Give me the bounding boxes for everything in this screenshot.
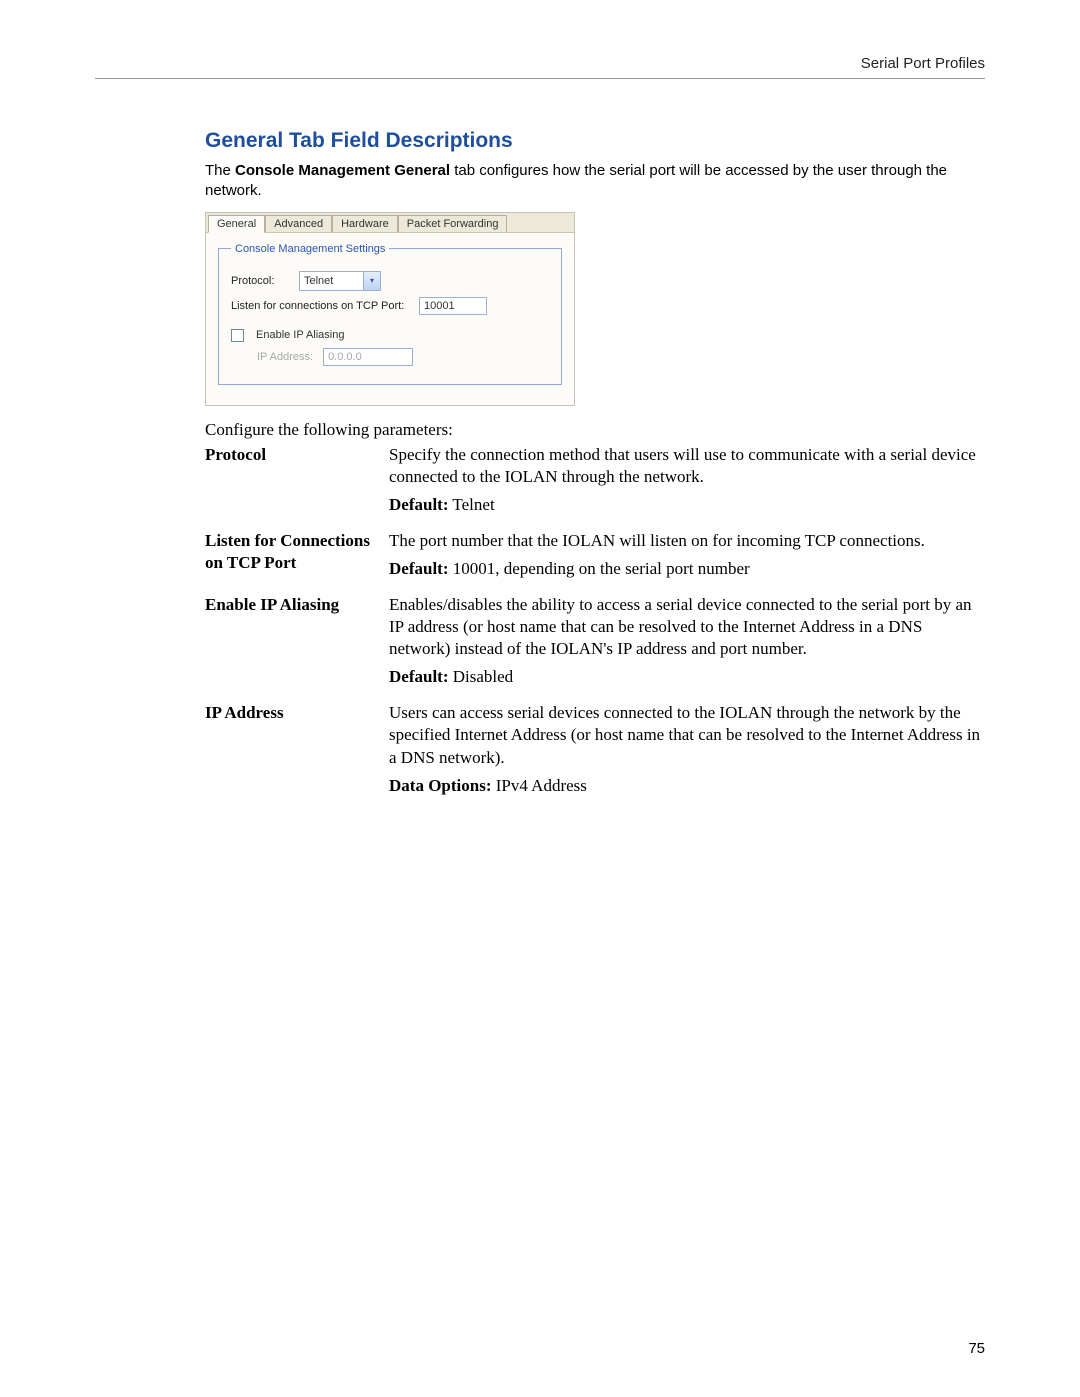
tab-page-general: Console Management Settings Protocol: Te… xyxy=(205,232,575,406)
breadcrumb: Serial Port Profiles xyxy=(95,55,985,72)
field-name-ip-aliasing: Enable IP Aliasing xyxy=(205,594,385,688)
chevron-down-icon: ▾ xyxy=(363,272,380,290)
enable-ip-aliasing-checkbox[interactable] xyxy=(231,329,244,342)
fieldset-legend: Console Management Settings xyxy=(231,243,389,255)
tab-advanced[interactable]: Advanced xyxy=(265,215,332,232)
ip-address-label: IP Address: xyxy=(257,351,313,363)
field-desc-ip-address-text: Users can access serial devices connecte… xyxy=(389,703,980,766)
tab-bar: General Advanced Hardware Packet Forward… xyxy=(205,212,575,232)
ip-address-input[interactable]: 0.0.0.0 xyxy=(323,348,413,366)
settings-panel: General Advanced Hardware Packet Forward… xyxy=(205,212,575,406)
tcp-port-input[interactable]: 10001 xyxy=(419,297,487,315)
field-default-label: Default: xyxy=(389,559,448,578)
field-desc-tcp-port: The port number that the IOLAN will list… xyxy=(389,530,985,580)
field-desc-protocol: Specify the connection method that users… xyxy=(389,444,985,516)
header-divider xyxy=(95,78,985,79)
field-default-value: Disabled xyxy=(448,667,513,686)
intro-text-before: The xyxy=(205,162,235,179)
page-number: 75 xyxy=(968,1340,985,1357)
section-title: General Tab Field Descriptions xyxy=(205,129,985,153)
field-default-label: Default: xyxy=(389,495,448,514)
field-default-value: Telnet xyxy=(448,495,494,514)
tab-general[interactable]: General xyxy=(208,215,265,233)
protocol-select-value: Telnet xyxy=(300,275,363,287)
field-name-ip-address: IP Address xyxy=(205,702,385,796)
field-default-label: Default: xyxy=(389,667,448,686)
intro-paragraph: The Console Management General tab confi… xyxy=(205,161,985,202)
field-data-options-label: Data Options: xyxy=(389,776,491,795)
field-desc-ip-aliasing: Enables/disables the ability to access a… xyxy=(389,594,985,688)
field-desc-ip-aliasing-text: Enables/disables the ability to access a… xyxy=(389,595,972,658)
console-management-fieldset: Console Management Settings Protocol: Te… xyxy=(218,243,562,385)
field-description-table: Protocol Specify the connection method t… xyxy=(205,444,985,797)
protocol-select[interactable]: Telnet ▾ xyxy=(299,271,381,291)
tcp-port-label: Listen for connections on TCP Port: xyxy=(231,300,411,312)
field-desc-tcp-port-text: The port number that the IOLAN will list… xyxy=(389,531,925,550)
field-desc-protocol-text: Specify the connection method that users… xyxy=(389,445,976,486)
field-data-options-value: IPv4 Address xyxy=(491,776,586,795)
field-default-value: 10001, depending on the serial port numb… xyxy=(448,559,749,578)
field-name-protocol: Protocol xyxy=(205,444,385,516)
protocol-label: Protocol: xyxy=(231,275,291,287)
field-desc-ip-address: Users can access serial devices connecte… xyxy=(389,702,985,796)
tab-packet-forwarding[interactable]: Packet Forwarding xyxy=(398,215,508,232)
enable-ip-aliasing-label: Enable IP Aliasing xyxy=(256,329,344,341)
intro-bold: Console Management General xyxy=(235,162,450,179)
field-name-tcp-port: Listen for Connections on TCP Port xyxy=(205,530,385,580)
tab-hardware[interactable]: Hardware xyxy=(332,215,398,232)
configure-parameters-text: Configure the following parameters: xyxy=(205,420,985,440)
